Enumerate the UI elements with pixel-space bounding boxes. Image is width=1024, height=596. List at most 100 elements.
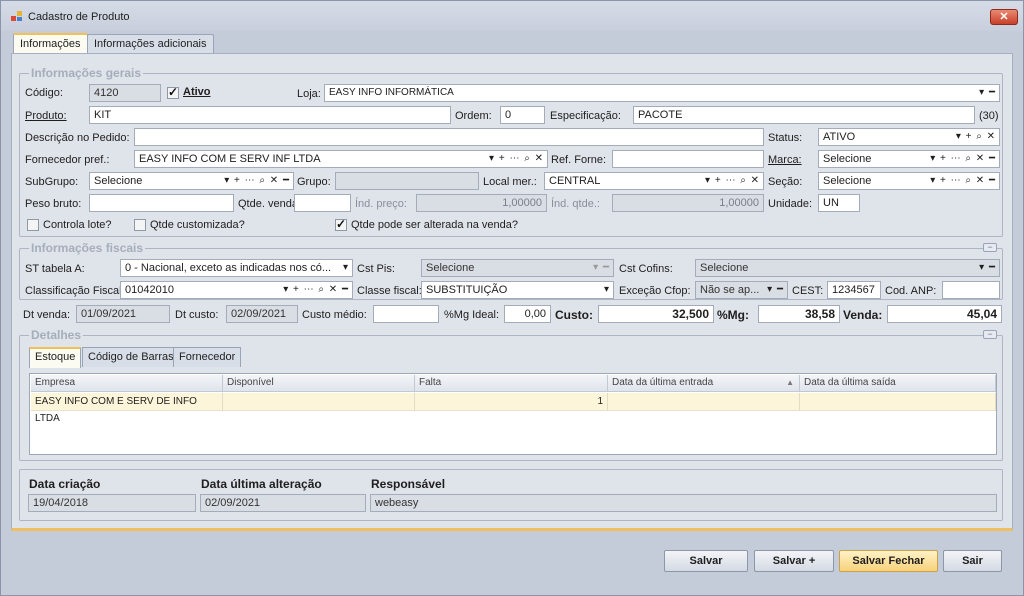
window-title: Cadastro de Produto bbox=[28, 11, 130, 23]
save-plus-button[interactable]: Salvar + bbox=[754, 550, 834, 572]
column-header-empresa[interactable]: Empresa bbox=[31, 375, 223, 392]
qtde-venda-field[interactable] bbox=[294, 194, 351, 212]
table-cell-ultima-saida[interactable] bbox=[800, 393, 996, 411]
st-label: ST tabela A: bbox=[25, 263, 85, 275]
dropdown-controls-icon[interactable]: ▾ + ⋯ ⌕ ✕ ━ bbox=[930, 173, 996, 189]
dropdown-controls-icon[interactable]: ▾ ━ bbox=[979, 85, 996, 101]
secao-value: Selecione bbox=[823, 175, 872, 187]
data-alteracao-field[interactable]: 02/09/2021 bbox=[200, 494, 366, 512]
ind-qtde-field[interactable]: 1,00000 bbox=[612, 194, 764, 212]
status-select[interactable]: ATIVO ▾ + ⌕ ✕ bbox=[818, 128, 1000, 146]
save-close-button[interactable]: Salvar Fechar bbox=[839, 550, 938, 572]
grupo-field[interactable] bbox=[335, 172, 479, 190]
produto-field[interactable]: KIT bbox=[89, 106, 451, 124]
dropdown-controls-icon[interactable]: ▾ + ⌕ ✕ bbox=[956, 129, 996, 145]
tab-informacoes-adicionais[interactable]: Informações adicionais bbox=[87, 34, 214, 55]
descricao-field[interactable] bbox=[134, 128, 764, 146]
peso-field[interactable] bbox=[89, 194, 234, 212]
exit-button[interactable]: Sair bbox=[943, 550, 1002, 572]
table-cell-disponivel[interactable] bbox=[223, 393, 415, 411]
especificacao-field[interactable]: PACOTE bbox=[633, 106, 975, 124]
status-value: ATIVO bbox=[823, 131, 856, 143]
dropdown-controls-icon[interactable]: ▾ + ⋯ ⌕ ✕ bbox=[705, 173, 760, 189]
subgrupo-select[interactable]: Selecione ▾ + ⋯ ⌕ ✕ ━ bbox=[89, 172, 294, 190]
dt-venda-field[interactable]: 01/09/2021 bbox=[76, 305, 170, 323]
controla-lote-checkbox[interactable] bbox=[27, 219, 39, 231]
controla-lote-label: Controla lote? bbox=[43, 219, 112, 231]
chevron-down-icon[interactable]: ▾ bbox=[343, 260, 349, 276]
ref-forne-field[interactable] bbox=[612, 150, 764, 168]
classe-select[interactable]: SUBSTITUIÇÃO ▾ bbox=[421, 281, 614, 299]
ind-preco-field[interactable]: 1,00000 bbox=[416, 194, 547, 212]
marca-label: Marca: bbox=[768, 154, 802, 166]
subtab-estoque[interactable]: Estoque bbox=[29, 347, 82, 368]
ref-forne-label: Ref. Forne: bbox=[551, 154, 607, 166]
mg-field[interactable]: 38,58 bbox=[758, 305, 840, 323]
loja-select[interactable]: EASY INFO INFORMÁTICA ▾ ━ bbox=[324, 84, 1000, 102]
data-criacao-field[interactable]: 19/04/2018 bbox=[28, 494, 196, 512]
dropdown-controls-icon[interactable]: ▾ + ⋯ ⌕ ✕ ━ bbox=[224, 173, 290, 189]
custo-field[interactable]: 32,500 bbox=[598, 305, 714, 323]
table-cell-ultima-entrada[interactable] bbox=[608, 393, 800, 411]
fornecedor-value: EASY INFO COM E SERV INF LTDA bbox=[139, 153, 321, 165]
ativo-checkbox[interactable] bbox=[167, 85, 179, 99]
excecao-select[interactable]: Não se ap... ▾ ━ bbox=[695, 281, 788, 299]
sort-up-icon: ▲ bbox=[786, 378, 794, 387]
responsavel-field[interactable]: webeasy bbox=[370, 494, 997, 512]
loja-value: EASY INFO INFORMÁTICA bbox=[329, 87, 454, 98]
marca-select[interactable]: Selecione ▾ + ⋯ ⌕ ✕ ━ bbox=[818, 150, 1000, 168]
dropdown-controls-icon[interactable]: ▾ + ⋯ ⌕ ✕ ━ bbox=[283, 282, 349, 298]
table-cell-empresa[interactable]: EASY INFO COM E SERV DE INFO LTDA bbox=[31, 393, 223, 424]
grupo-label: Grupo: bbox=[297, 176, 331, 188]
dropdown-controls-icon[interactable]: ▾ + ⋯ ⌕ ✕ ━ bbox=[930, 151, 996, 167]
peso-label: Peso bruto: bbox=[25, 198, 82, 210]
custo-label: Custo: bbox=[555, 308, 593, 322]
dropdown-controls-icon[interactable]: ▾ ━ bbox=[767, 282, 784, 298]
column-header-ultima-entrada[interactable]: Data da última entrada ▲ bbox=[608, 375, 800, 392]
dropdown-controls-icon[interactable]: ▾ ━ bbox=[593, 260, 610, 276]
classif-select[interactable]: 01042010 ▾ + ⋯ ⌕ ✕ ━ bbox=[120, 281, 353, 299]
loja-label: Loja: bbox=[297, 88, 321, 100]
collapse-detalhes-icon[interactable]: − bbox=[983, 330, 997, 339]
secao-select[interactable]: Selecione ▾ + ⋯ ⌕ ✕ ━ bbox=[818, 172, 1000, 190]
st-select[interactable]: 0 - Nacional, exceto as indicadas nos có… bbox=[120, 259, 353, 277]
venda-field[interactable]: 45,04 bbox=[887, 305, 1002, 323]
chevron-down-icon[interactable]: ▾ bbox=[604, 282, 610, 298]
custo-medio-field[interactable] bbox=[373, 305, 439, 323]
collapse-fiscais-icon[interactable]: − bbox=[983, 243, 997, 252]
mg-ideal-field[interactable]: 0,00 bbox=[504, 305, 551, 323]
save-button[interactable]: Salvar bbox=[664, 550, 748, 572]
ordem-label: Ordem: bbox=[455, 110, 492, 122]
column-header-falta[interactable]: Falta bbox=[415, 375, 608, 392]
subtab-codigo-barras[interactable]: Código de Barras bbox=[82, 347, 180, 367]
fornecedor-select[interactable]: EASY INFO COM E SERV INF LTDA ▾ + ⋯ ⌕ ✕ bbox=[134, 150, 548, 168]
qtde-customizada-label: Qtde customizada? bbox=[150, 219, 245, 231]
cest-field[interactable]: 1234567 bbox=[827, 281, 881, 299]
local-value: CENTRAL bbox=[549, 175, 601, 187]
close-icon[interactable]: ✕ bbox=[990, 9, 1018, 25]
tab-informacoes[interactable]: Informações bbox=[13, 33, 88, 55]
table-cell-falta[interactable]: 1 bbox=[415, 393, 608, 411]
subtab-fornecedor[interactable]: Fornecedor bbox=[173, 347, 242, 367]
product-window: Cadastro de Produto ✕ Informações Inform… bbox=[0, 0, 1024, 596]
local-select[interactable]: CENTRAL ▾ + ⋯ ⌕ ✕ bbox=[544, 172, 764, 190]
dropdown-controls-icon[interactable]: ▾ + ⋯ ⌕ ✕ bbox=[489, 151, 544, 167]
column-header-ultima-saida[interactable]: Data da última saída bbox=[800, 375, 996, 392]
st-value: 0 - Nacional, exceto as indicadas nos có… bbox=[125, 262, 332, 274]
dropdown-controls-icon[interactable]: ▾ ━ bbox=[979, 260, 996, 276]
qtde-customizada-checkbox[interactable] bbox=[134, 219, 146, 231]
custo-medio-label: Custo médio: bbox=[302, 309, 367, 321]
classif-value: 01042010 bbox=[125, 284, 174, 296]
cst-pis-select[interactable]: Selecione ▾ ━ bbox=[421, 259, 614, 277]
ordem-field[interactable]: 0 bbox=[500, 106, 545, 124]
dt-custo-field[interactable]: 02/09/2021 bbox=[226, 305, 298, 323]
cod-anp-field[interactable] bbox=[942, 281, 1000, 299]
codigo-field[interactable]: 4120 bbox=[89, 84, 161, 102]
cst-cofins-select[interactable]: Selecione ▾ ━ bbox=[695, 259, 1000, 277]
column-header-disponivel[interactable]: Disponível bbox=[223, 375, 415, 392]
unidade-field[interactable]: UN bbox=[818, 194, 860, 212]
excecao-label: Exceção Cfop: bbox=[619, 285, 691, 297]
qtde-alterada-checkbox[interactable] bbox=[335, 217, 347, 231]
ind-preco-label: Índ. preço: bbox=[355, 198, 407, 210]
venda-label: Venda: bbox=[843, 308, 883, 322]
